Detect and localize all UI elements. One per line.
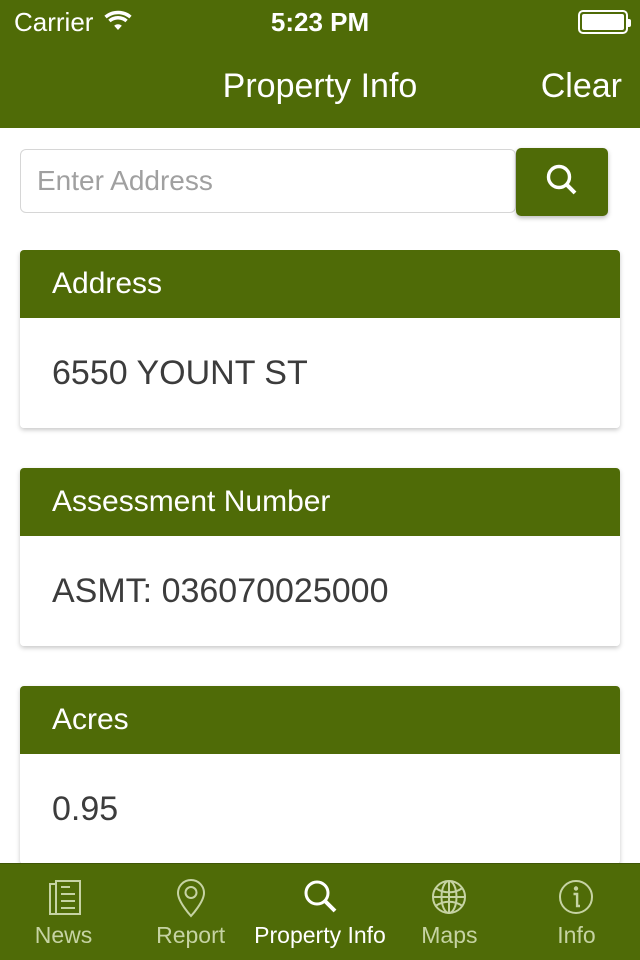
search-button[interactable] bbox=[516, 148, 608, 216]
tab-label: Maps bbox=[421, 922, 478, 948]
tab-label: Report bbox=[156, 922, 226, 948]
card-header-label: Address bbox=[20, 250, 620, 318]
card-header-label: Assessment Number bbox=[20, 468, 620, 536]
property-card: Acres 0.95 bbox=[20, 686, 620, 864]
property-card: Address 6550 YOUNT ST bbox=[20, 250, 620, 428]
search-icon bbox=[540, 159, 584, 206]
news-document-icon bbox=[42, 875, 86, 921]
clear-button[interactable]: Clear bbox=[541, 44, 622, 128]
status-bar-right bbox=[578, 0, 631, 44]
card-value: ASMT: 036070025000 bbox=[20, 536, 620, 646]
search-input[interactable] bbox=[20, 149, 516, 213]
app-screen: Carrier 5:23 PM Property Info Clear Ente… bbox=[0, 0, 640, 960]
property-card-list: Address 6550 YOUNT ST Assessment Number … bbox=[0, 250, 640, 960]
search-bar bbox=[0, 128, 640, 250]
property-card: Assessment Number ASMT: 036070025000 bbox=[20, 468, 620, 646]
nav-bar: Property Info Clear bbox=[0, 44, 640, 128]
globe-icon bbox=[427, 875, 471, 921]
tab-news[interactable]: News bbox=[0, 864, 127, 960]
tab-label: News bbox=[34, 922, 93, 948]
status-bar: Carrier 5:23 PM bbox=[0, 0, 640, 44]
battery-full-icon bbox=[578, 10, 631, 34]
tab-label: Info bbox=[557, 922, 596, 948]
card-value: 6550 YOUNT ST bbox=[20, 318, 620, 428]
battery-fill bbox=[582, 14, 624, 30]
card-header-label: Acres bbox=[20, 686, 620, 754]
info-circle-icon bbox=[554, 875, 598, 921]
tab-bar: News Report Property Info Maps Info bbox=[0, 863, 640, 960]
search-icon bbox=[298, 875, 342, 921]
tab-property-info[interactable]: Property Info bbox=[254, 864, 386, 960]
tab-report[interactable]: Report bbox=[127, 864, 254, 960]
tab-label: Property Info bbox=[254, 922, 386, 948]
map-pin-icon bbox=[169, 875, 213, 921]
card-value: 0.95 bbox=[20, 754, 620, 864]
status-bar-time: 5:23 PM bbox=[270, 6, 370, 37]
tab-info[interactable]: Info bbox=[513, 864, 640, 960]
tab-maps[interactable]: Maps bbox=[386, 864, 513, 960]
